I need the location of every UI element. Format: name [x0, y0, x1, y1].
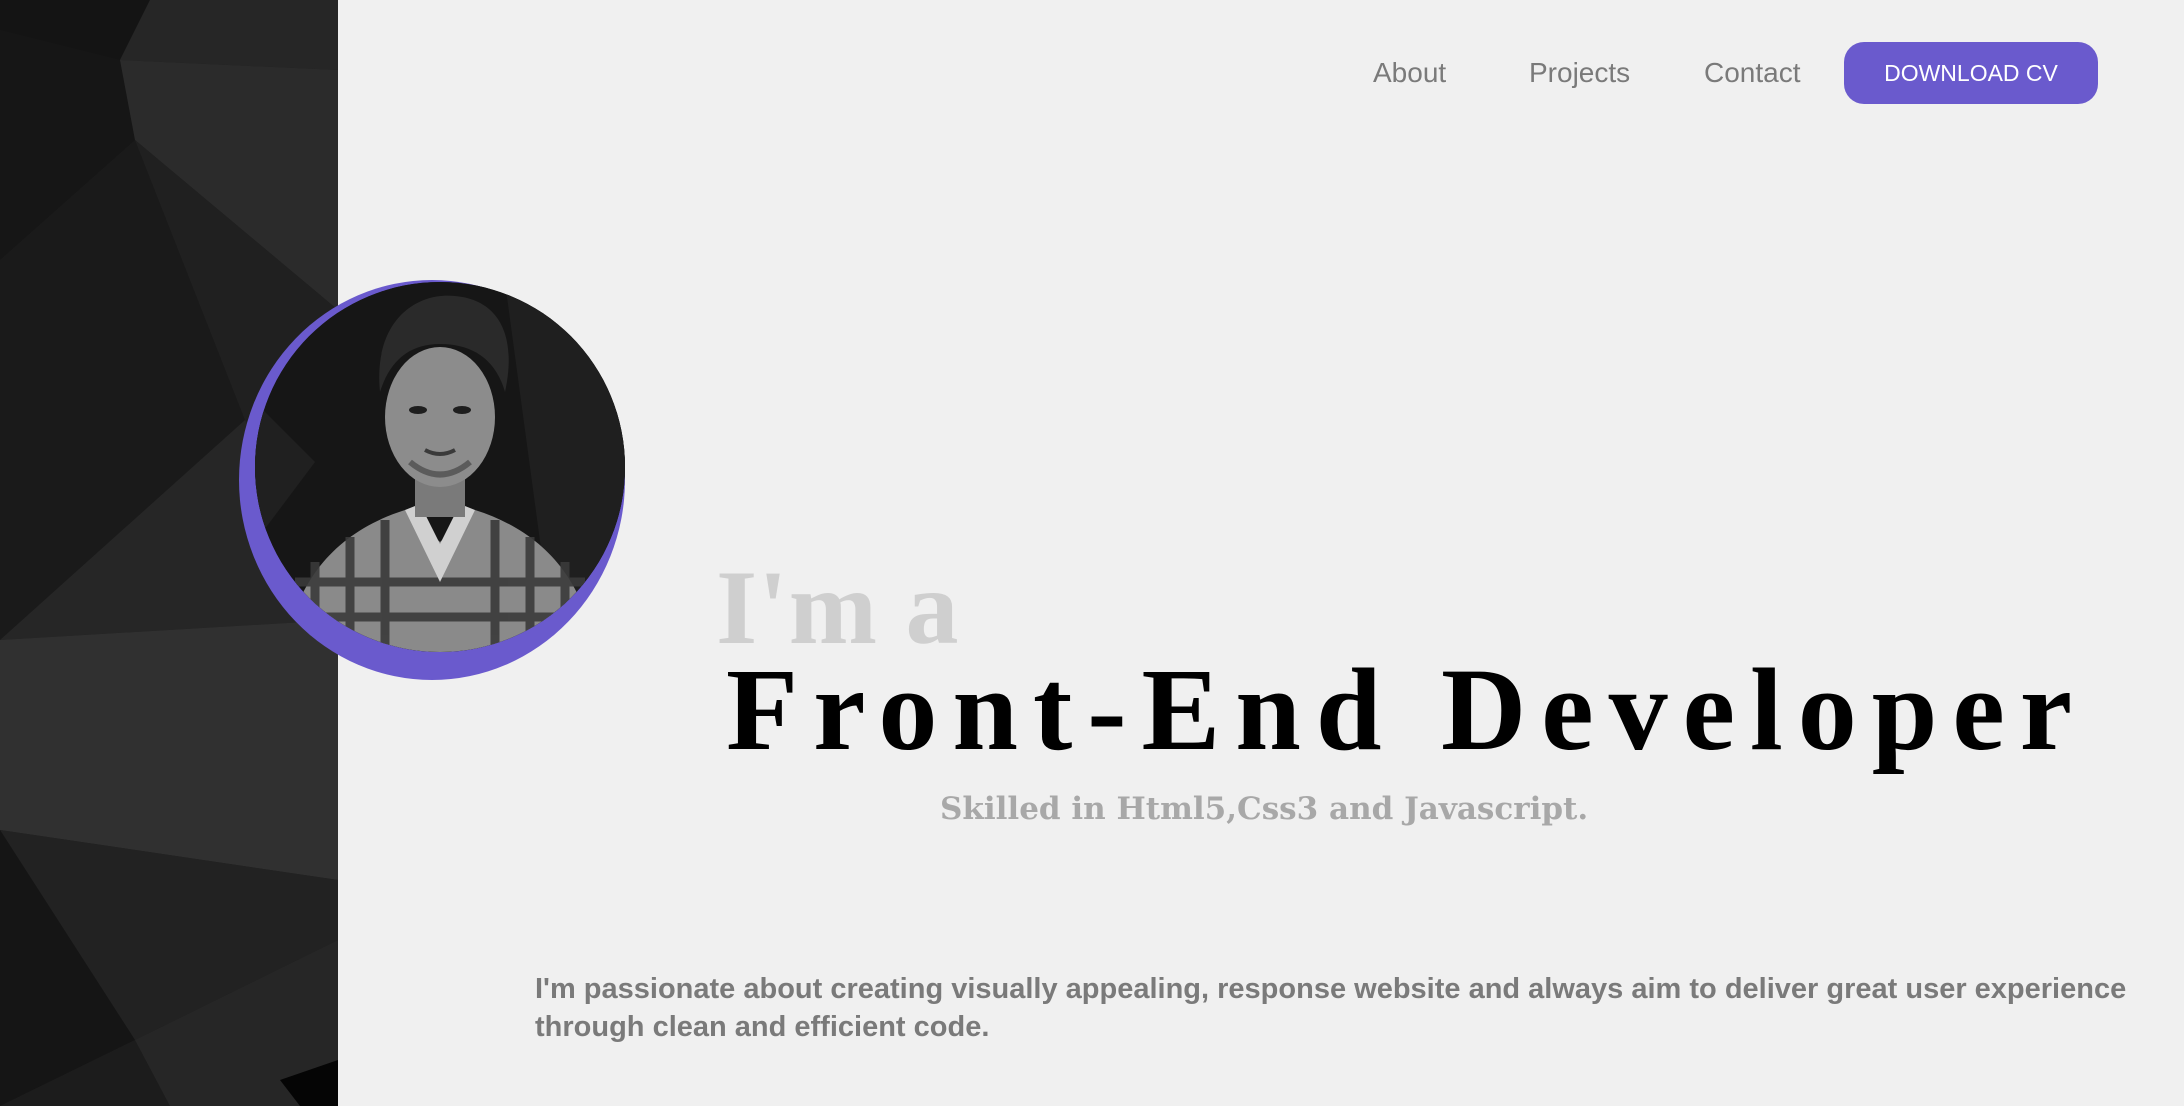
profile-photo-icon — [255, 282, 625, 652]
nav-projects-link[interactable]: Projects — [1529, 56, 1630, 90]
bio-paragraph: I'm passionate about creating visually a… — [535, 970, 2184, 1046]
portfolio-page: About Projects Contact DOWNLOAD CV I'm a… — [0, 0, 2184, 1106]
avatar-container — [239, 280, 625, 680]
top-navigation: About Projects Contact DOWNLOAD CV — [0, 0, 2184, 150]
avatar — [255, 282, 625, 652]
bio-line: through clean and efficient code. — [535, 1011, 990, 1043]
nav-about-link[interactable]: About — [1373, 56, 1446, 90]
bio-line: I'm passionate about creating visually a… — [535, 973, 2127, 1005]
download-cv-button[interactable]: DOWNLOAD CV — [1844, 42, 2098, 104]
role-title: Front-End Developer — [726, 644, 2088, 775]
nav-contact-link[interactable]: Contact — [1704, 56, 1801, 90]
skills-subtitle: Skilled in Html5,Css3 and Javascript. — [940, 791, 1589, 827]
